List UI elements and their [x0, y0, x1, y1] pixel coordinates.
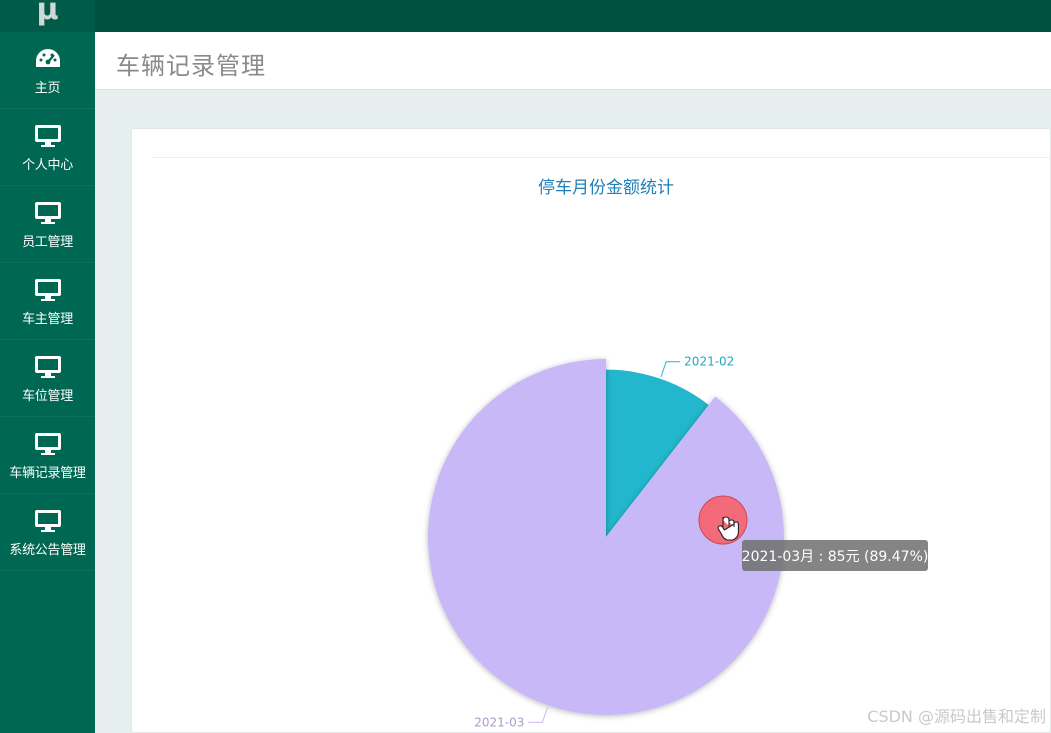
tooltip-text: 2021-03月 : 85元 (89.47%): [742, 549, 929, 565]
chart-tooltip: 2021-03月 : 85元 (89.47%): [742, 540, 929, 571]
slice-label-1: 2021-02: [684, 355, 734, 369]
slice-label-line-2: [528, 707, 549, 723]
slice-label-2: 2021-03: [474, 715, 524, 729]
slice-label-line-1: [660, 361, 681, 378]
watermark: CSDN @源码出售和定制: [867, 707, 1046, 726]
chart-title: 停车月份金额统计: [538, 178, 674, 198]
pie-chart: 停车月份金额统计 2021-02 2021-03 2021-03月 : 85元 (…: [428, 178, 929, 729]
